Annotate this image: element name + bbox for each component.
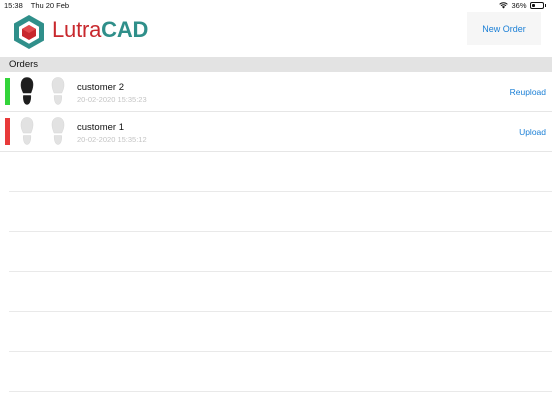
list-separator	[9, 271, 552, 272]
list-separator	[9, 311, 552, 312]
logo-text-bold: CAD	[101, 17, 149, 42]
left-foot-scan-icon	[20, 117, 34, 145]
new-order-button[interactable]: New Order	[467, 12, 541, 45]
header: LutraCAD New Order	[0, 12, 552, 57]
status-time: 15:38	[4, 1, 23, 10]
status-right: 36%	[499, 1, 546, 10]
order-status-indicator	[5, 118, 10, 145]
app-logo-text: LutraCAD	[52, 17, 148, 43]
status-date: Thu 20 Feb	[30, 1, 70, 10]
left-foot-scan-icon	[20, 77, 34, 105]
order-customer-name: customer 2	[77, 82, 124, 93]
status-left: 15:38 Thu 20 Feb	[4, 1, 75, 10]
battery-fill	[531, 4, 536, 7]
order-date: 20-02-2020 15:35:12	[77, 135, 147, 144]
list-separator	[9, 391, 552, 392]
battery-percent: 36%	[511, 1, 527, 10]
right-foot-scan-icon	[51, 77, 65, 105]
order-row[interactable]: customer 2 20-02-2020 15:35:23 Reupload	[0, 72, 552, 112]
orders-section-header: Orders	[0, 57, 552, 72]
order-customer-name: customer 1	[77, 122, 124, 133]
right-foot-scan-icon	[51, 117, 65, 145]
order-status-indicator	[5, 78, 10, 105]
wifi-icon	[499, 2, 509, 9]
order-row[interactable]: customer 1 20-02-2020 15:35:12 Upload	[0, 112, 552, 152]
list-separator	[9, 231, 552, 232]
order-date: 20-02-2020 15:35:23	[77, 95, 147, 104]
order-upload-button[interactable]: Reupload	[510, 87, 546, 97]
lutracad-logo-icon	[14, 15, 44, 49]
orders-section-title: Orders	[9, 59, 39, 70]
battery-icon	[529, 2, 544, 9]
logo-text-light: Lutra	[52, 17, 102, 42]
status-bar: 15:38 Thu 20 Feb 36%	[0, 0, 552, 12]
list-separator	[9, 351, 552, 352]
order-upload-button[interactable]: Upload	[519, 127, 546, 137]
battery-tip	[544, 4, 546, 7]
list-separator	[9, 191, 552, 192]
